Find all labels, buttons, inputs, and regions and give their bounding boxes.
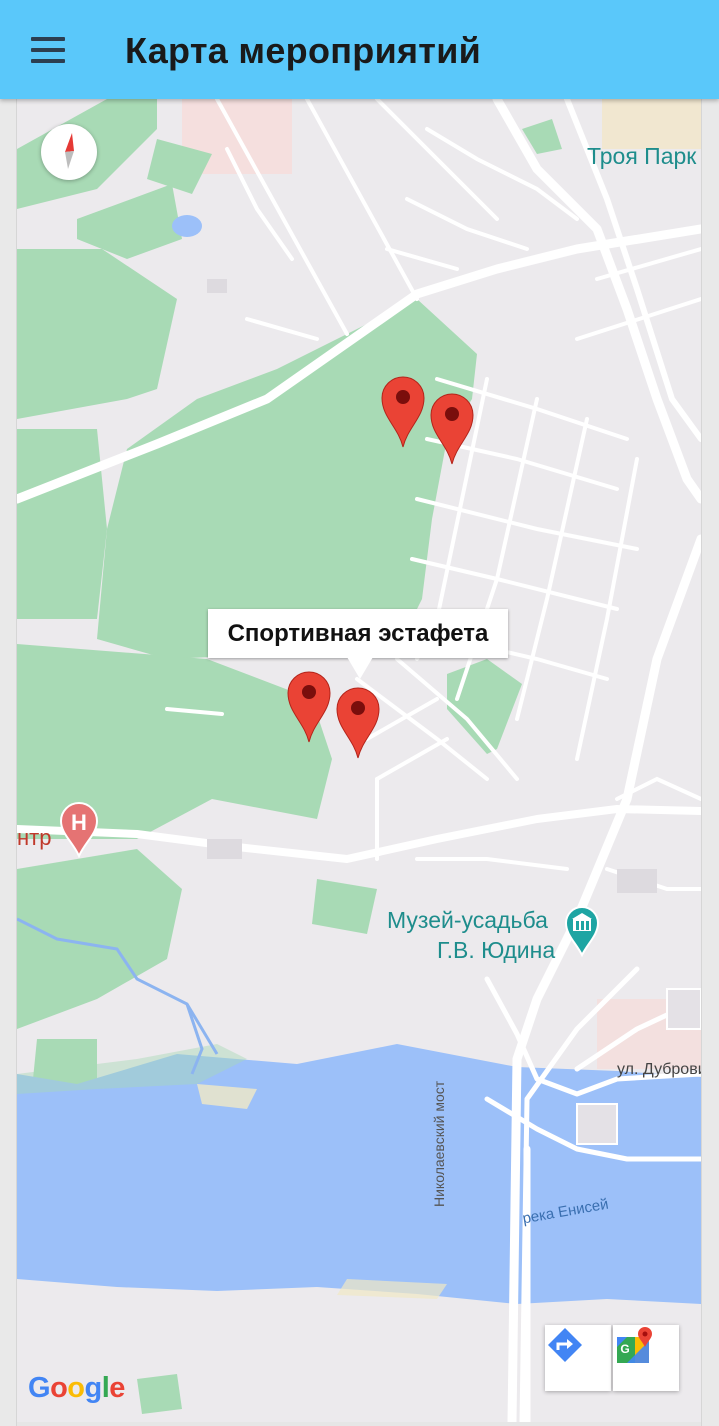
- museum-icon[interactable]: [564, 905, 600, 957]
- map-tiles: [17, 99, 701, 1422]
- info-window-title: Спортивная эстафета: [227, 619, 489, 647]
- event-marker-selected[interactable]: [335, 686, 381, 760]
- svg-text:H: H: [71, 810, 87, 835]
- menu-button[interactable]: [24, 30, 72, 70]
- compass-icon: [65, 133, 74, 169]
- map-label-museum-line2: Г.В. Юдина: [437, 937, 556, 963]
- map-label-museum-line1: Музей-усадьба: [387, 907, 548, 933]
- google-logo: Google: [28, 1372, 125, 1405]
- hamburger-menu-icon: [31, 37, 65, 41]
- directions-icon: [548, 1328, 582, 1362]
- google-logo-letter: o: [50, 1372, 68, 1404]
- hamburger-menu-icon-bar: [31, 59, 65, 63]
- svg-text:G: G: [620, 1342, 629, 1356]
- event-marker[interactable]: [429, 392, 475, 466]
- hamburger-menu-icon-bar: [31, 48, 65, 52]
- map-view[interactable]: Троя Парк нтр H Музей-усадьба Г.В. Юдина…: [17, 99, 701, 1422]
- compass-button[interactable]: [41, 124, 97, 180]
- google-logo-letter: l: [101, 1372, 110, 1404]
- right-edge: [701, 99, 719, 1426]
- event-marker[interactable]: [286, 670, 332, 744]
- page-title: Карта мероприятий: [125, 30, 482, 71]
- google-logo-letter: g: [84, 1372, 103, 1404]
- map-label-hospital: нтр: [17, 825, 52, 850]
- app-bar: Карта мероприятий: [0, 0, 719, 99]
- open-in-maps-button[interactable]: G: [613, 1325, 679, 1391]
- map-label-troya-park: Троя Парк: [587, 143, 697, 169]
- google-maps-icon: G: [617, 1327, 652, 1363]
- hospital-icon[interactable]: H: [59, 802, 99, 858]
- left-edge: [0, 99, 17, 1426]
- map-label-street: ул. Дубровин: [617, 1061, 701, 1078]
- event-marker[interactable]: [380, 375, 426, 449]
- google-logo-letter: G: [28, 1372, 51, 1404]
- info-window-pointer: [347, 657, 373, 679]
- google-logo-letter: e: [109, 1372, 125, 1404]
- directions-button[interactable]: [545, 1325, 611, 1391]
- map-label-bridge: Николаевский мост: [431, 1080, 447, 1207]
- google-logo-letter: o: [67, 1372, 85, 1404]
- info-window[interactable]: Спортивная эстафета: [208, 609, 508, 658]
